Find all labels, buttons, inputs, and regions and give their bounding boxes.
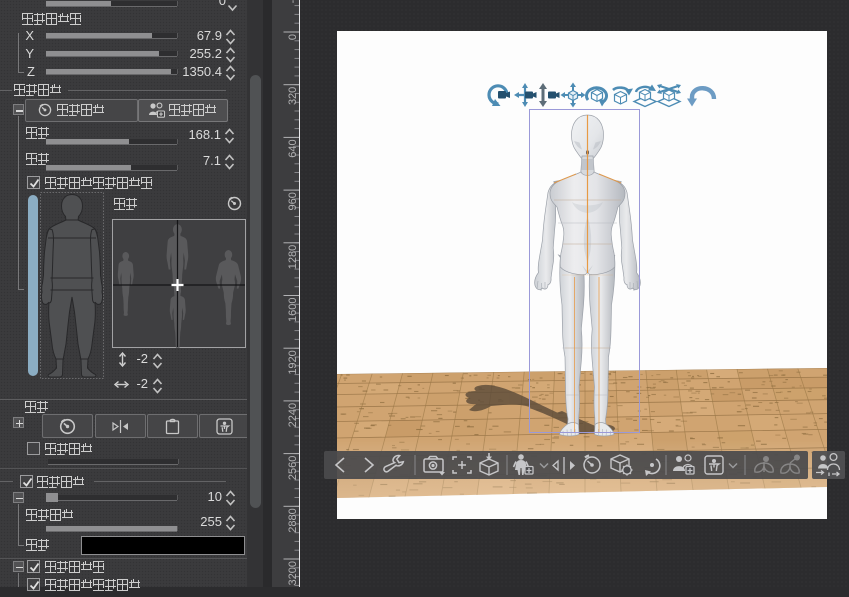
- svg-text:640: 640: [287, 139, 299, 157]
- svg-text:1280: 1280: [287, 245, 299, 269]
- svg-text:3200: 3200: [287, 561, 299, 585]
- svg-text:960: 960: [287, 192, 299, 210]
- svg-text:2240: 2240: [287, 403, 299, 427]
- svg-text:2560: 2560: [287, 456, 299, 480]
- svg-text:1600: 1600: [287, 298, 299, 322]
- svg-text:1920: 1920: [287, 350, 299, 374]
- svg-text:2880: 2880: [287, 508, 299, 532]
- svg-text:320: 320: [287, 87, 299, 105]
- svg-text:-320: -320: [287, 0, 299, 3]
- svg-text:0: 0: [287, 34, 299, 40]
